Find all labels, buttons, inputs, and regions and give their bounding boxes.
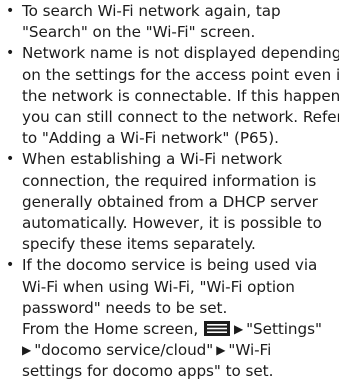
bullet: • xyxy=(6,3,15,19)
arrow-right-icon: ▶ xyxy=(22,343,32,358)
note-line: the network is connectable. If this happ… xyxy=(22,86,339,105)
note-dhcp: • When establishing a Wi-Fi network conn… xyxy=(0,149,339,255)
bullet: • xyxy=(6,45,15,62)
note-line: to "Adding a Wi-Fi network" (P65). xyxy=(22,129,279,148)
note-line: specify these items separately. xyxy=(22,235,256,254)
nav-intro: From the Home screen, xyxy=(22,320,199,339)
note-line: automatically. However, it is possible t… xyxy=(22,214,322,233)
note-search-again: • To search Wi-Fi network again, tap "Se… xyxy=(0,1,339,43)
bullet: • xyxy=(6,151,15,168)
nav-instruction-line-2: ▶ "docomo service/cloud" ▶ "Wi-Fi xyxy=(22,340,339,361)
note-network-name: • Network name is not displayed dependin… xyxy=(0,43,339,149)
menu-icon xyxy=(203,321,230,337)
note-line: on the settings for the access point eve… xyxy=(22,65,339,84)
notes-list: • To search Wi-Fi network again, tap "Se… xyxy=(0,1,339,383)
note-line: To search Wi-Fi network again, tap xyxy=(22,2,281,20)
note-line: password" needs to be set. xyxy=(22,298,228,317)
nav-step-wifi-settings: "Wi-Fi xyxy=(228,341,272,360)
note-line: "Search" on the "Wi-Fi" screen. xyxy=(22,23,256,42)
nav-instruction-line-3: settings for docomo apps" to set. xyxy=(22,362,274,381)
note-line: you can still connect to the network. Re… xyxy=(22,108,339,127)
note-line: When establishing a Wi-Fi network xyxy=(22,150,283,169)
bullet: • xyxy=(6,257,15,274)
arrow-right-icon: ▶ xyxy=(216,343,226,358)
note-docomo-service: • If the docomo service is being used vi… xyxy=(0,255,339,382)
note-line: generally obtained from a DHCP server xyxy=(22,192,318,211)
nav-step-settings: "Settings" xyxy=(246,320,322,339)
arrow-right-icon: ▶ xyxy=(233,322,244,337)
note-line: Network name is not displayed depending xyxy=(22,44,339,63)
note-line: If the docomo service is being used via xyxy=(22,256,318,275)
note-line: connection, the required information is xyxy=(22,171,317,190)
nav-instruction-line-1: From the Home screen, ▶ "Settings" xyxy=(22,319,339,340)
note-line: Wi-Fi when using Wi-Fi, "Wi-Fi option xyxy=(22,277,295,296)
nav-step-docomo-service: "docomo service/cloud" xyxy=(34,341,214,360)
document-body: • To search Wi-Fi network again, tap "Se… xyxy=(0,1,339,383)
